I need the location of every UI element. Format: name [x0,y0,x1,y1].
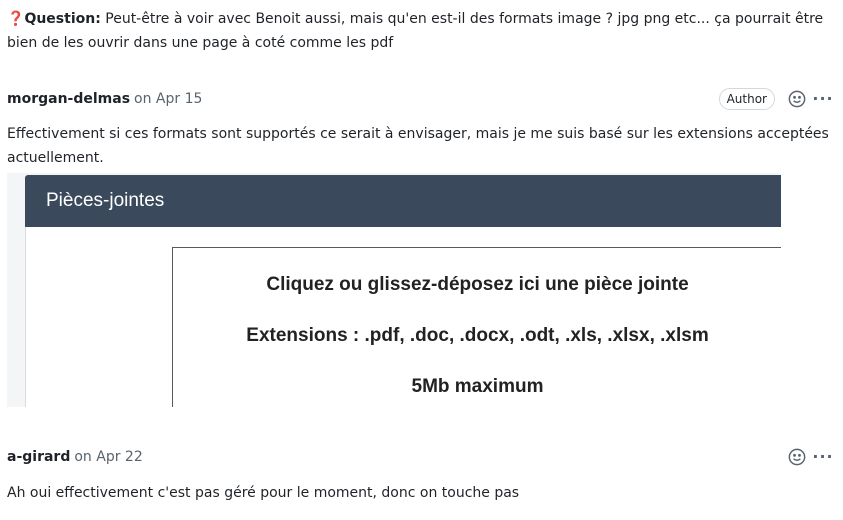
dropzone: Cliquez ou glissez-déposez ici une pièce… [172,247,781,407]
comment-header-morgan: morgan-delmas on Apr 15 Author ··· [7,86,833,112]
attachments-panel-header: Pièces-jointes [25,175,781,227]
comment-body-question: ❓Question: Peut-être à voir avec Benoit … [7,7,833,55]
comment-body-morgan: Effectivement si ces formats sont suppor… [7,126,829,166]
embedded-screenshot[interactable]: Pièces-jointes Cliquez ou glissez-dépose… [7,173,781,407]
dropzone-extensions: Extensions : .pdf, .doc, .docx, .odt, .x… [246,325,709,346]
comment-author[interactable]: a-girard [7,449,70,465]
author-badge: Author [718,88,775,110]
question-label: Question: [24,11,101,27]
dropzone-max-size: 5Mb maximum [411,376,544,397]
comment-date[interactable]: on Apr 15 [134,91,202,107]
kebab-icon[interactable]: ··· [812,447,833,467]
smiley-icon[interactable] [787,447,807,467]
smiley-icon[interactable] [787,89,807,109]
question-text: Peut-être à voir avec Benoit aussi, mais… [7,11,824,51]
dropzone-instruction: Cliquez ou glissez-déposez ici une pièce… [266,274,689,295]
comment-date[interactable]: on Apr 22 [74,449,142,465]
comment-author[interactable]: morgan-delmas [7,91,130,107]
comment-header-girard: a-girard on Apr 22 ··· [7,444,833,470]
comment-body-girard: Ah oui effectivement c'est pas géré pour… [7,485,520,501]
question-mark-icon: ❓ [7,11,25,27]
kebab-icon[interactable]: ··· [812,89,833,109]
